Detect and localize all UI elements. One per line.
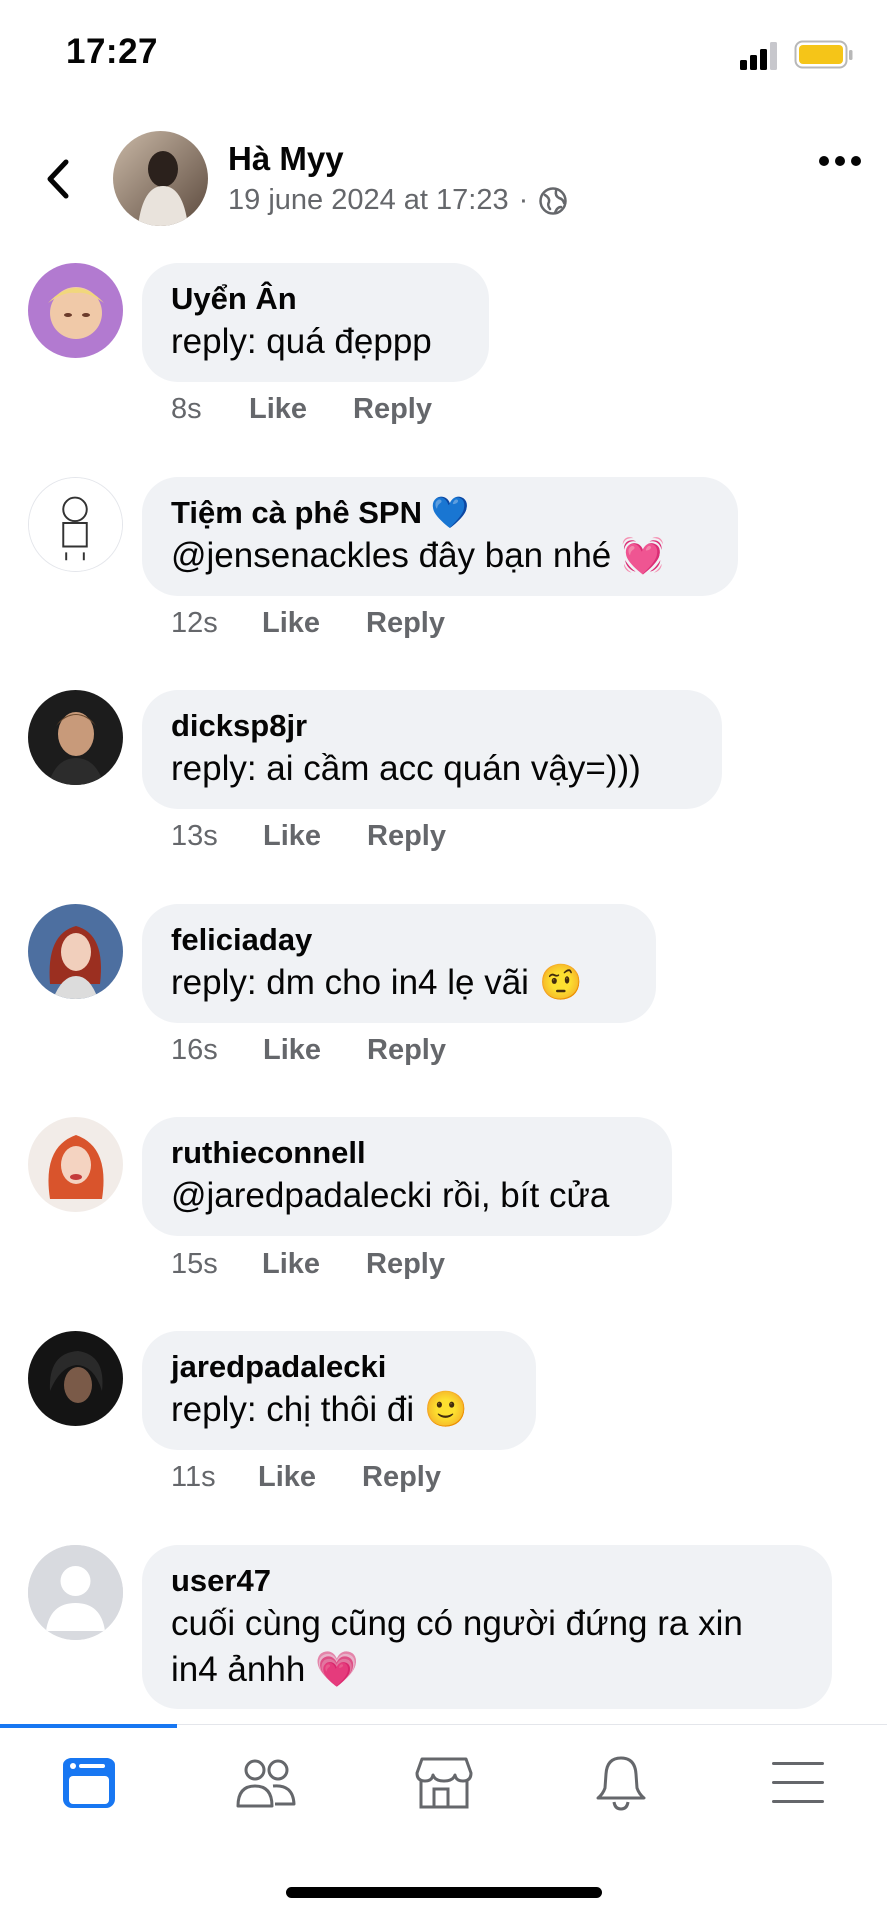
comment-text-content: reply: dm cho in4 lẹ vãi	[171, 963, 529, 1002]
comment-bubble[interactable]: ruthieconnell @jaredpadalecki rồi, bít c…	[142, 1117, 672, 1236]
comment-actions: 12s Like Reply	[171, 607, 445, 640]
default-avatar-icon[interactable]	[28, 1545, 123, 1640]
tab-notifications[interactable]	[581, 1748, 661, 1818]
commenter-avatar[interactable]	[28, 263, 123, 358]
like-button[interactable]: Like	[263, 1034, 367, 1067]
back-button[interactable]	[38, 154, 78, 204]
author-avatar[interactable]	[113, 131, 208, 226]
feed-icon	[63, 1758, 115, 1808]
status-time: 17:27	[66, 32, 159, 71]
friends-icon	[236, 1759, 296, 1808]
commenter-name[interactable]: jaredpadalecki	[171, 1347, 506, 1387]
comment-text: reply: chị thôi đi 🙂	[171, 1387, 506, 1433]
commenter-name[interactable]: Tiệm cà phê SPN 💙	[171, 493, 708, 533]
commenter-name[interactable]: ruthieconnell	[171, 1133, 642, 1173]
comment-text-content: reply: chị thôi đi	[171, 1390, 415, 1429]
commenter-avatar[interactable]	[28, 477, 123, 572]
like-button[interactable]: Like	[263, 820, 367, 853]
commenter-avatar[interactable]	[28, 1331, 123, 1426]
comment-actions: 15s Like Reply	[171, 1248, 445, 1281]
comment-time: 16s	[171, 1034, 218, 1066]
reply-button[interactable]: Reply	[367, 1034, 446, 1067]
tab-marketplace[interactable]	[404, 1748, 484, 1818]
globe-icon	[539, 186, 568, 215]
marketplace-icon	[415, 1757, 473, 1809]
comment-text-content: reply: quá đẹppp	[171, 322, 432, 361]
comment-actions: 16s Like Reply	[171, 1034, 446, 1067]
commenter-name[interactable]: Uyển Ân	[171, 279, 459, 319]
commenter-name[interactable]: user47	[171, 1561, 802, 1601]
like-button[interactable]: Like	[258, 1461, 362, 1494]
comment-text-line: in4 ảnhh 💗	[171, 1647, 802, 1693]
tab-friends[interactable]	[226, 1748, 306, 1818]
battery-icon	[794, 40, 853, 69]
comment-text: reply: quá đẹppp	[171, 319, 459, 365]
comment-text: reply: ai cầm acc quán vậy=)))	[171, 746, 692, 792]
post-meta: 19 june 2024 at 17:23 ·	[228, 184, 568, 217]
comment-bubble[interactable]: dicksp8jr reply: ai cầm acc quán vậy=)))	[142, 690, 722, 809]
commenter-name[interactable]: feliciaday	[171, 920, 626, 960]
comment-text: reply: dm cho in4 lẹ vãi 🤨	[171, 960, 626, 1006]
comment-actions: 11s Like Reply	[171, 1461, 441, 1494]
comment-time: 15s	[171, 1248, 218, 1280]
heart-emoji: 💗	[315, 1650, 359, 1689]
comment-text-content: cuối cùng cũng có người đứng ra xin	[171, 1604, 743, 1643]
tab-menu[interactable]	[758, 1748, 838, 1818]
comment-actions: 8s Like Reply	[171, 393, 432, 426]
commenter-name-text: Tiệm cà phê SPN	[171, 495, 422, 530]
commenter-avatar[interactable]	[28, 1117, 123, 1212]
comment-time: 12s	[171, 607, 218, 639]
reply-button[interactable]: Reply	[362, 1461, 441, 1494]
smiling-face-emoji: 🙂	[424, 1390, 468, 1429]
active-tab-indicator	[0, 1724, 177, 1728]
reply-button[interactable]: Reply	[353, 393, 432, 426]
like-button[interactable]: Like	[262, 607, 366, 640]
comment-bubble[interactable]: Uyển Ân reply: quá đẹppp	[142, 263, 489, 382]
author-name[interactable]: Hà Myy	[228, 140, 344, 178]
comment-time: 8s	[171, 393, 202, 425]
commenter-avatar[interactable]	[28, 904, 123, 999]
comment-text: @jensenackles đây bạn nhé 💓	[171, 533, 708, 579]
post-timestamp[interactable]: 19 june 2024 at 17:23	[228, 184, 509, 217]
comment-text-content: @jaredpadalecki rồi, bít cửa	[171, 1176, 610, 1215]
blue-heart-emoji: 💙	[430, 495, 470, 530]
comment-bubble[interactable]: jaredpadalecki reply: chị thôi đi 🙂	[142, 1331, 536, 1450]
commenter-avatar[interactable]	[28, 690, 123, 785]
more-options-button[interactable]	[818, 150, 862, 172]
notifications-icon	[596, 1756, 646, 1811]
like-button[interactable]: Like	[262, 1248, 366, 1281]
comment-time: 13s	[171, 820, 218, 852]
comment-actions: 13s Like Reply	[171, 820, 446, 853]
commenter-name[interactable]: dicksp8jr	[171, 706, 692, 746]
home-indicator[interactable]	[286, 1887, 602, 1898]
menu-icon	[772, 1762, 824, 1803]
comment-text: @jaredpadalecki rồi, bít cửa	[171, 1173, 642, 1219]
comment-bubble[interactable]: user47 cuối cùng cũng có người đứng ra x…	[142, 1545, 832, 1709]
meta-separator: ·	[518, 184, 529, 216]
reply-button[interactable]: Reply	[366, 1248, 445, 1281]
reply-button[interactable]: Reply	[367, 820, 446, 853]
comment-text-line: cuối cùng cũng có người đứng ra xin	[171, 1601, 802, 1647]
comment-text-content: @jensenackles đây bạn nhé	[171, 536, 612, 575]
tab-feed[interactable]	[49, 1748, 129, 1818]
comment-text-content: reply: ai cầm acc quán vậy=)))	[171, 749, 641, 788]
comment-bubble[interactable]: Tiệm cà phê SPN 💙 @jensenackles đây bạn …	[142, 477, 738, 596]
comment-bubble[interactable]: feliciaday reply: dm cho in4 lẹ vãi 🤨	[142, 904, 656, 1023]
heart-emoji: 💓	[621, 536, 665, 575]
comment-text-content: in4 ảnhh	[171, 1650, 306, 1689]
like-button[interactable]: Like	[249, 393, 353, 426]
reply-button[interactable]: Reply	[366, 607, 445, 640]
cellular-signal-icon	[740, 42, 777, 70]
raised-eyebrow-emoji: 🤨	[538, 963, 583, 1002]
comment-time: 11s	[171, 1461, 216, 1493]
